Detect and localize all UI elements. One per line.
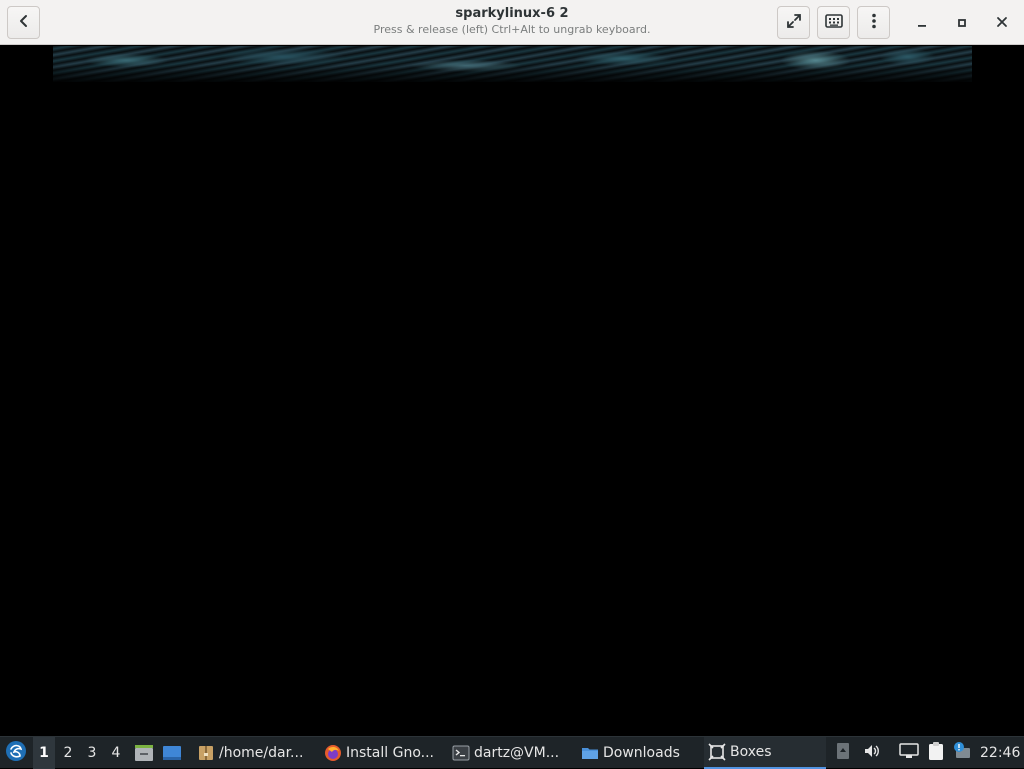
updates-button[interactable] — [951, 742, 973, 764]
vm-display[interactable] — [0, 46, 1024, 736]
archive-icon — [197, 744, 215, 762]
workspace-3[interactable]: 3 — [81, 737, 103, 769]
sparky-logo-icon — [5, 740, 27, 766]
file-manager-icon — [133, 745, 155, 768]
task-label: dartz@VM... — [474, 745, 560, 761]
firefox-icon — [324, 744, 342, 762]
file-manager-launcher[interactable] — [133, 742, 155, 764]
send-keys-button[interactable] — [817, 6, 850, 39]
terminal-icon — [452, 744, 470, 762]
title-block: sparkylinux-6 2 Press & release (left) C… — [300, 5, 724, 37]
task-label: /home/dar... — [219, 745, 304, 761]
task-downloads[interactable]: Downloads — [577, 737, 697, 769]
show-desktop-icon — [161, 746, 183, 768]
task-terminal[interactable]: dartz@VM... — [448, 737, 573, 769]
window-title: sparkylinux-6 2 — [455, 6, 569, 21]
clock[interactable]: 22:46 — [980, 737, 1020, 769]
tray-expand-button[interactable] — [832, 742, 854, 764]
back-button[interactable] — [7, 6, 40, 39]
tray-arrow-icon — [836, 742, 850, 764]
workspace-4[interactable]: 4 — [105, 737, 127, 769]
menu-button[interactable] — [857, 6, 890, 39]
wallpaper-fade — [53, 64, 972, 84]
workspace-2[interactable]: 2 — [57, 737, 79, 769]
folder-icon — [581, 744, 599, 762]
vertical-dots-menu-icon — [871, 13, 877, 33]
close-icon — [996, 13, 1008, 32]
show-desktop-launcher[interactable] — [161, 742, 183, 764]
volume-button[interactable] — [861, 742, 883, 764]
task-firefox[interactable]: Install Gno... — [320, 737, 442, 769]
fullscreen-button[interactable] — [777, 6, 810, 39]
start-menu-button[interactable] — [3, 740, 29, 766]
maximize-button[interactable] — [948, 8, 976, 36]
volume-icon — [863, 743, 881, 763]
window-subtitle: Press & release (left) Ctrl+Alt to ungra… — [373, 23, 651, 36]
workspace-1[interactable]: 1 — [33, 737, 55, 769]
header-bar: sparkylinux-6 2 Press & release (left) C… — [0, 0, 1024, 45]
fullscreen-icon — [786, 13, 802, 33]
task-label: Downloads — [603, 745, 680, 761]
taskbar: 1 2 3 4 /home/dar... Install Gno... dart… — [0, 736, 1024, 769]
task-boxes[interactable]: Boxes — [704, 737, 826, 769]
task-label: Boxes — [730, 744, 772, 760]
task-home-archive[interactable]: /home/dar... — [193, 737, 315, 769]
boxes-icon — [708, 743, 726, 761]
close-button[interactable] — [988, 8, 1016, 36]
chevron-left-icon — [17, 13, 31, 32]
network-icon — [899, 743, 919, 763]
updates-icon — [952, 741, 972, 765]
minimize-button[interactable] — [908, 8, 936, 36]
clipboard-button[interactable] — [925, 742, 947, 764]
task-label: Install Gno... — [346, 745, 434, 761]
minimize-icon — [917, 13, 927, 32]
keyboard-icon — [824, 13, 843, 32]
network-button[interactable] — [898, 742, 920, 764]
clipboard-icon — [927, 741, 945, 765]
maximize-icon — [957, 13, 967, 32]
